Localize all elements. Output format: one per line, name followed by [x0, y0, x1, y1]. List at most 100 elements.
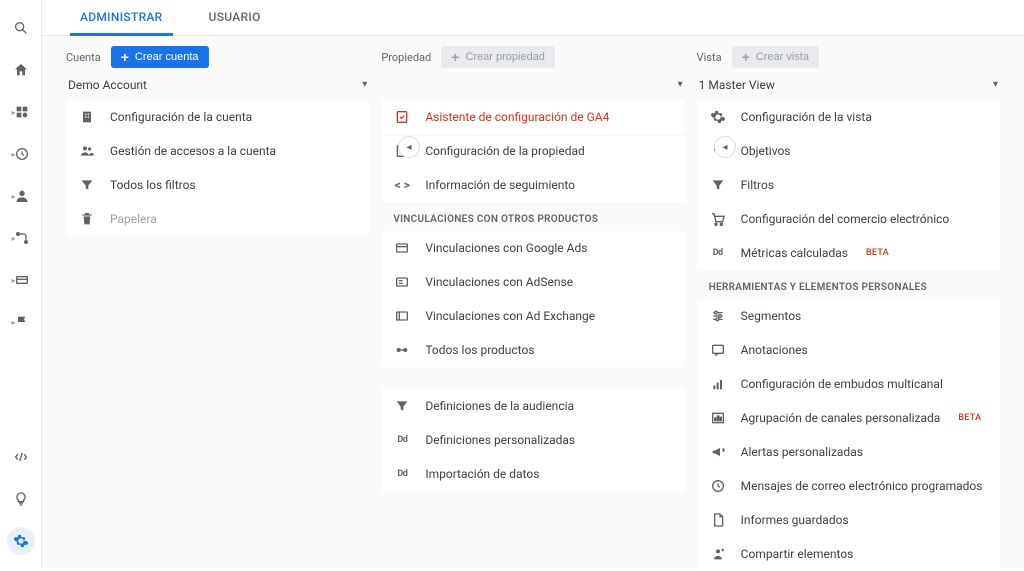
- gear-icon[interactable]: [7, 527, 35, 555]
- menu-item-label: Definiciones personalizadas: [425, 433, 575, 447]
- home-icon[interactable]: [7, 56, 35, 84]
- menu-item-label: Gestión de accesos a la cuenta: [110, 144, 276, 158]
- section-title: VINCULACIONES CON OTROS PRODUCTOS: [381, 202, 684, 231]
- dd-icon: Dd: [393, 431, 411, 449]
- account-selector[interactable]: Demo Account▾: [66, 74, 369, 96]
- menu-item[interactable]: Configuración de la cuenta: [66, 100, 369, 134]
- top-tabs: ADMINISTRAR USUARIO: [42, 0, 1024, 36]
- tab-user[interactable]: USUARIO: [199, 0, 271, 36]
- lightbulb-icon[interactable]: [7, 485, 35, 513]
- cart-icon: [709, 210, 727, 228]
- flow-icon[interactable]: ▸: [7, 224, 35, 252]
- menu-item[interactable]: Asistente de configuración de GA4: [381, 100, 684, 134]
- menu-item[interactable]: Todos los filtros: [66, 168, 369, 202]
- menu-item[interactable]: Todos los productos: [381, 333, 684, 367]
- menu-item-label: Agrupación de canales personalizada: [741, 411, 941, 425]
- clock-icon: [709, 477, 727, 495]
- property-definitions-menu: Definiciones de la audiencia Dd Definicion…: [381, 389, 684, 491]
- menu-item: Papelera: [66, 202, 369, 236]
- menu-item[interactable]: Definiciones de la audiencia: [381, 389, 684, 423]
- menu-item[interactable]: Anotaciones: [697, 333, 1000, 367]
- menu-item-label: Objetivos: [741, 144, 791, 158]
- attribution-icon[interactable]: [7, 443, 35, 471]
- filter-icon: [393, 397, 411, 415]
- adx-icon: [393, 307, 411, 325]
- view-menu: Configuración de la vista Objetivos Filtro…: [697, 100, 1000, 270]
- menu-item-label: Mensajes de correo electrónico programad…: [741, 479, 983, 493]
- group-chart-icon: [709, 409, 727, 427]
- clock-icon[interactable]: ▸: [7, 140, 35, 168]
- property-selector[interactable]: ▾: [381, 74, 684, 96]
- menu-item[interactable]: Alertas personalizadas: [697, 435, 1000, 469]
- create-account-button[interactable]: +Crear cuenta: [111, 46, 209, 68]
- menu-item-label: Informes guardados: [741, 513, 849, 527]
- menu-item-label: Anotaciones: [741, 343, 808, 357]
- menu-item-label: Filtros: [741, 178, 774, 192]
- menu-item[interactable]: Objetivos: [697, 134, 1000, 168]
- menu-item[interactable]: Dd Métricas calculadas BETA: [697, 236, 1000, 270]
- menu-item-label: Configuración de la cuenta: [110, 110, 252, 124]
- column-account: Cuenta +Crear cuenta Demo Account▾ Confi…: [64, 46, 371, 559]
- funnel-chart-icon: [709, 375, 727, 393]
- person-icon[interactable]: ▸: [7, 182, 35, 210]
- grid-icon[interactable]: ▸: [7, 98, 35, 126]
- search-icon[interactable]: [7, 14, 35, 42]
- megaphone-icon: [709, 443, 727, 461]
- menu-item-label: Asistente de configuración de GA4: [425, 110, 609, 124]
- property-menu: Asistente de configuración de GA4 Configu…: [381, 100, 684, 202]
- beta-badge: BETA: [866, 248, 889, 258]
- view-personal-menu: Segmentos Anotaciones Configuración de emb…: [697, 299, 1000, 571]
- admin-panel: Cuenta +Crear cuenta Demo Account▾ Confi…: [42, 36, 1024, 569]
- filter-icon: [78, 176, 96, 194]
- menu-item[interactable]: < > Información de seguimiento: [381, 168, 684, 202]
- menu-item[interactable]: Vinculaciones con Ad Exchange: [381, 299, 684, 333]
- code-icon: < >: [393, 176, 411, 194]
- adsense-icon: [393, 273, 411, 291]
- create-property-button: +Crear propiedad: [441, 46, 555, 68]
- menu-item[interactable]: DdImportación de datos: [381, 457, 684, 491]
- menu-item-label: Vinculaciones con Ad Exchange: [425, 309, 595, 323]
- left-nav-bar: ▸ ▸ ▸ ▸ ▸ ▸: [0, 0, 42, 569]
- column-label: Vista: [697, 51, 722, 64]
- check-sheet-icon: [393, 108, 411, 126]
- collapse-arrow-icon[interactable]: ◂: [398, 136, 420, 158]
- menu-item[interactable]: Vinculaciones con Google Ads: [381, 231, 684, 265]
- menu-item[interactable]: Compartir elementos: [697, 537, 1000, 571]
- menu-item-label: Métricas calculadas: [741, 246, 848, 260]
- ads-icon: [393, 239, 411, 257]
- link-icon: [393, 341, 411, 359]
- gear-icon: [709, 108, 727, 126]
- menu-item-label: Información de seguimiento: [425, 178, 575, 192]
- menu-item-label: Alertas personalizadas: [741, 445, 863, 459]
- people-icon: [78, 142, 96, 160]
- menu-item[interactable]: Agrupación de canales personalizadaBETA: [697, 401, 1000, 435]
- dd-icon: Dd: [709, 244, 727, 262]
- segments-icon: [709, 307, 727, 325]
- account-menu: Configuración de la cuenta Gestión de acc…: [66, 100, 369, 236]
- column-property: Propiedad +Crear propiedad ▾ Asistente d…: [379, 46, 686, 559]
- menu-item[interactable]: Dd Definiciones personalizadas: [381, 423, 684, 457]
- menu-item[interactable]: Informes guardados: [697, 503, 1000, 537]
- menu-item[interactable]: Mensajes de correo electrónico programad…: [697, 469, 1000, 503]
- menu-item[interactable]: Vinculaciones con AdSense: [381, 265, 684, 299]
- menu-item-label: Configuración de la propiedad: [425, 144, 584, 158]
- menu-item[interactable]: Filtros: [697, 168, 1000, 202]
- menu-item-label: Papelera: [110, 212, 157, 226]
- card-icon[interactable]: ▸: [7, 266, 35, 294]
- collapse-arrow-icon[interactable]: ◂: [714, 136, 736, 158]
- tab-admin[interactable]: ADMINISTRAR: [70, 0, 173, 36]
- menu-item-label: Vinculaciones con AdSense: [425, 275, 573, 289]
- column-label: Propiedad: [381, 51, 431, 64]
- menu-item-label: Importación de datos: [425, 467, 539, 481]
- view-selector[interactable]: 1 Master View▾: [697, 74, 1000, 96]
- menu-item-label: Configuración de la vista: [741, 110, 872, 124]
- share-icon: [709, 545, 727, 563]
- flag-icon[interactable]: ▸: [7, 308, 35, 336]
- menu-item[interactable]: Configuración de embudos multicanal: [697, 367, 1000, 401]
- menu-item[interactable]: Configuración de la propiedad: [381, 134, 684, 168]
- menu-item-label: Segmentos: [741, 309, 802, 323]
- menu-item[interactable]: Gestión de accesos a la cuenta: [66, 134, 369, 168]
- menu-item[interactable]: Configuración de la vista: [697, 100, 1000, 134]
- menu-item[interactable]: Configuración del comercio electrónico: [697, 202, 1000, 236]
- menu-item[interactable]: Segmentos: [697, 299, 1000, 333]
